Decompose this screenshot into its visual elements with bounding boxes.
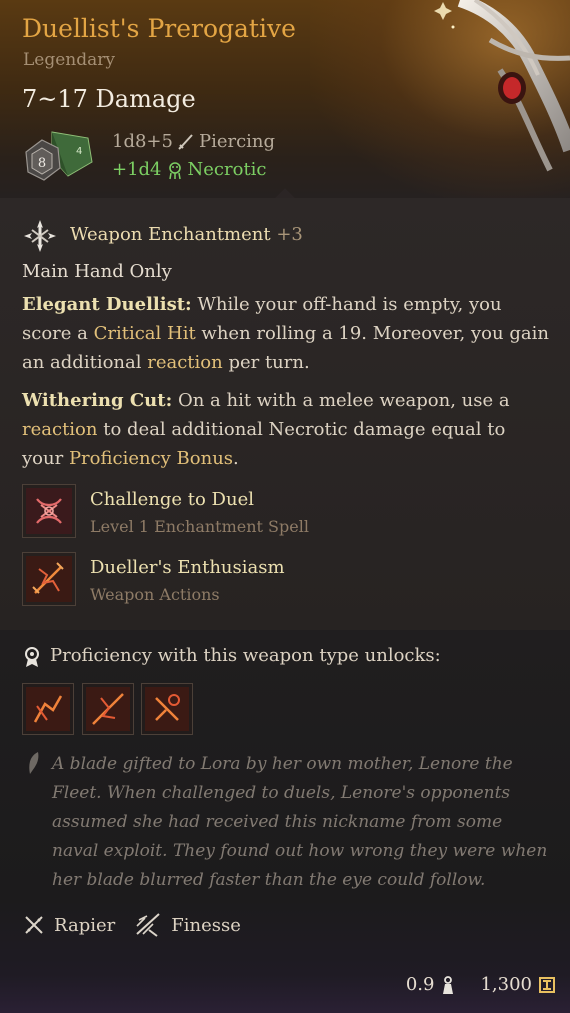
keyword-reaction[interactable]: reaction (147, 352, 223, 373)
item-weight: 0.9 (405, 974, 435, 995)
bonus-damage: +1d4 Necrotic (112, 159, 267, 180)
item-footer: 0.9 1,300 (406, 974, 556, 995)
proficiency-icon (25, 647, 39, 667)
bonus-damage-type: Necrotic (187, 159, 267, 180)
enchantment-bonus: +3 (276, 224, 303, 245)
action-type: Weapon Actions (90, 585, 220, 604)
weapon-enchantment-icon (24, 220, 56, 252)
item-tooltip: Duellist's Prerogative Legendary 7~17 Da… (0, 0, 570, 1013)
svg-text:4: 4 (76, 146, 82, 157)
passive-withering-cut: Withering Cut: On a hit with a melee wea… (22, 386, 552, 473)
base-damage-type: Piercing (198, 131, 276, 152)
weapon-action-1-icon[interactable] (22, 683, 74, 735)
damage-range: 7~17 Damage (22, 85, 196, 113)
main-hand-only: Main Hand Only (22, 261, 172, 282)
property-rapier[interactable]: Rapier (22, 913, 115, 937)
finesse-icon (136, 913, 160, 937)
item-name: Duellist's Prerogative (22, 14, 296, 43)
item-rarity: Legendary (23, 50, 115, 70)
base-damage: 1d8+5 Piercing (112, 131, 275, 152)
property-label: Rapier (54, 914, 116, 936)
passive-name: Withering Cut: (22, 390, 173, 411)
weapon-action-2-icon[interactable] (82, 683, 134, 735)
lore-text: A blade gifted to Lora by her own mother… (52, 754, 548, 890)
action-name: Dueller's Enthusiasm (90, 557, 285, 578)
quill-icon (29, 752, 39, 774)
keyword-critical-hit[interactable]: Critical Hit (94, 323, 196, 344)
weapon-action-3-icon[interactable] (141, 683, 193, 735)
item-value: 1,300 (480, 974, 532, 995)
necrotic-icon (168, 161, 181, 179)
bonus-damage-dice: +1d4 (112, 159, 162, 180)
keyword-proficiency-bonus[interactable]: Proficiency Bonus (69, 448, 233, 469)
keyword-reaction[interactable]: reaction (22, 419, 98, 440)
piercing-icon (178, 133, 193, 150)
rapier-icon (25, 916, 43, 934)
action-name: Challenge to Duel (90, 489, 254, 510)
passive-text: per turn. (222, 352, 310, 373)
enchantment-name: Weapon Enchantment (70, 224, 271, 245)
enchantment-label: Weapon Enchantment +3 (70, 224, 303, 245)
base-damage-dice: 1d8+5 (112, 131, 173, 152)
gold-icon (539, 976, 555, 993)
action-type: Level 1 Enchantment Spell (90, 517, 309, 536)
property-label: Finesse (171, 914, 241, 936)
passive-text: On a hit with a melee weapon, use a (172, 390, 510, 411)
challenge-to-duel-icon[interactable] (22, 484, 76, 538)
proficiency-label: Proficiency with this weapon type unlock… (50, 645, 441, 666)
damage-dice-icon: 4 8 (25, 131, 93, 181)
rapier-artwork (434, 0, 570, 172)
tooltip-header: Duellist's Prerogative Legendary 7~17 Da… (0, 0, 570, 198)
svg-text:8: 8 (38, 156, 46, 171)
passive-text: . (233, 448, 239, 469)
passive-name: Elegant Duellist: (22, 294, 192, 315)
passive-elegant-duellist: Elegant Duellist: While your off-hand is… (22, 290, 552, 377)
property-finesse[interactable]: Finesse (133, 912, 241, 938)
duellers-enthusiasm-icon[interactable] (22, 552, 76, 606)
weight-icon (443, 975, 454, 994)
action-duellers-enthusiasm[interactable]: Dueller's Enthusiasm Weapon Actions (22, 552, 542, 610)
weapon-properties: Rapier Finesse (22, 912, 259, 938)
action-challenge-to-duel[interactable]: Challenge to Duel Level 1 Enchantment Sp… (22, 484, 542, 542)
